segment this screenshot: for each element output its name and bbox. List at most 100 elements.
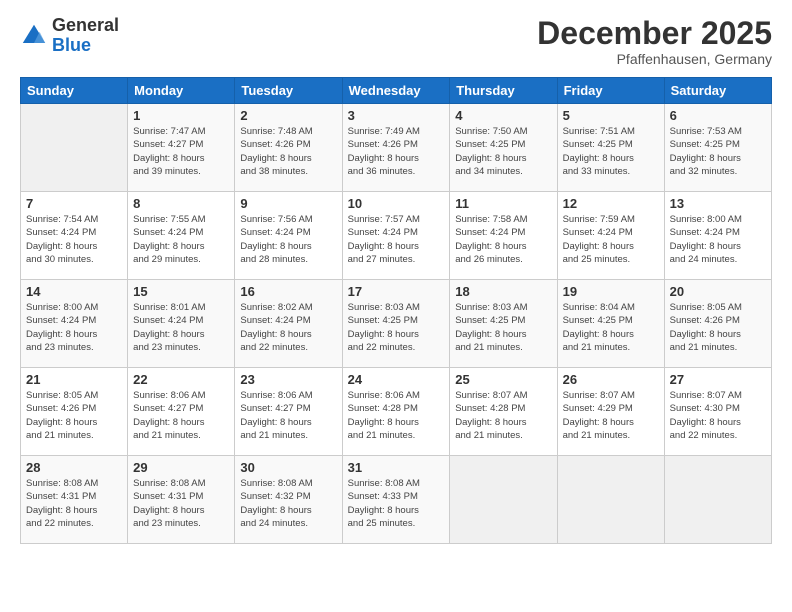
- calendar-cell: 9 Sunrise: 7:56 AMSunset: 4:24 PMDaylight…: [235, 192, 342, 280]
- week-row-3: 14 Sunrise: 8:00 AMSunset: 4:24 PMDayligh…: [21, 280, 772, 368]
- calendar-cell: 1 Sunrise: 7:47 AMSunset: 4:27 PMDaylight…: [128, 104, 235, 192]
- calendar-cell: 14 Sunrise: 8:00 AMSunset: 4:24 PMDayligh…: [21, 280, 128, 368]
- day-info: Sunrise: 8:06 AMSunset: 4:27 PMDaylight:…: [133, 389, 229, 442]
- calendar-cell: 27 Sunrise: 8:07 AMSunset: 4:30 PMDayligh…: [664, 368, 771, 456]
- day-number: 14: [26, 284, 122, 299]
- calendar-cell: 12 Sunrise: 7:59 AMSunset: 4:24 PMDayligh…: [557, 192, 664, 280]
- day-info: Sunrise: 7:59 AMSunset: 4:24 PMDaylight:…: [563, 213, 659, 266]
- calendar-cell: 2 Sunrise: 7:48 AMSunset: 4:26 PMDaylight…: [235, 104, 342, 192]
- day-info: Sunrise: 8:07 AMSunset: 4:30 PMDaylight:…: [670, 389, 766, 442]
- day-info: Sunrise: 8:01 AMSunset: 4:24 PMDaylight:…: [133, 301, 229, 354]
- day-info: Sunrise: 7:48 AMSunset: 4:26 PMDaylight:…: [240, 125, 336, 178]
- day-info: Sunrise: 8:08 AMSunset: 4:31 PMDaylight:…: [133, 477, 229, 530]
- day-number: 28: [26, 460, 122, 475]
- day-info: Sunrise: 8:00 AMSunset: 4:24 PMDaylight:…: [670, 213, 766, 266]
- day-number: 12: [563, 196, 659, 211]
- day-number: 21: [26, 372, 122, 387]
- calendar-cell: 13 Sunrise: 8:00 AMSunset: 4:24 PMDayligh…: [664, 192, 771, 280]
- day-number: 22: [133, 372, 229, 387]
- page: General Blue December 2025 Pfaffenhausen…: [0, 0, 792, 612]
- weekday-header-row: Sunday Monday Tuesday Wednesday Thursday…: [21, 78, 772, 104]
- calendar-cell: 31 Sunrise: 8:08 AMSunset: 4:33 PMDayligh…: [342, 456, 450, 544]
- location-subtitle: Pfaffenhausen, Germany: [537, 51, 772, 67]
- day-number: 29: [133, 460, 229, 475]
- day-number: 18: [455, 284, 551, 299]
- header-sunday: Sunday: [21, 78, 128, 104]
- day-number: 11: [455, 196, 551, 211]
- day-info: Sunrise: 8:06 AMSunset: 4:28 PMDaylight:…: [348, 389, 445, 442]
- day-info: Sunrise: 7:51 AMSunset: 4:25 PMDaylight:…: [563, 125, 659, 178]
- week-row-2: 7 Sunrise: 7:54 AMSunset: 4:24 PMDaylight…: [21, 192, 772, 280]
- calendar-cell: 15Sunrise: 8:01 AMSunset: 4:24 PMDayligh…: [128, 280, 235, 368]
- header-thursday: Thursday: [450, 78, 557, 104]
- calendar-cell: [557, 456, 664, 544]
- calendar-cell: 7 Sunrise: 7:54 AMSunset: 4:24 PMDaylight…: [21, 192, 128, 280]
- day-number: 24: [348, 372, 445, 387]
- day-info: Sunrise: 8:07 AMSunset: 4:29 PMDaylight:…: [563, 389, 659, 442]
- day-number: 31: [348, 460, 445, 475]
- day-info: Sunrise: 8:06 AMSunset: 4:27 PMDaylight:…: [240, 389, 336, 442]
- calendar-cell: 29 Sunrise: 8:08 AMSunset: 4:31 PMDayligh…: [128, 456, 235, 544]
- calendar-cell: 5 Sunrise: 7:51 AMSunset: 4:25 PMDaylight…: [557, 104, 664, 192]
- calendar-cell: 6 Sunrise: 7:53 AMSunset: 4:25 PMDaylight…: [664, 104, 771, 192]
- day-number: 5: [563, 108, 659, 123]
- calendar-table: Sunday Monday Tuesday Wednesday Thursday…: [20, 77, 772, 544]
- day-number: 1: [133, 108, 229, 123]
- header-wednesday: Wednesday: [342, 78, 450, 104]
- week-row-1: 1 Sunrise: 7:47 AMSunset: 4:27 PMDaylight…: [21, 104, 772, 192]
- day-info: Sunrise: 7:53 AMSunset: 4:25 PMDaylight:…: [670, 125, 766, 178]
- calendar-cell: 20 Sunrise: 8:05 AMSunset: 4:26 PMDayligh…: [664, 280, 771, 368]
- day-number: 13: [670, 196, 766, 211]
- day-number: 3: [348, 108, 445, 123]
- header-tuesday: Tuesday: [235, 78, 342, 104]
- day-info: Sunrise: 7:47 AMSunset: 4:27 PMDaylight:…: [133, 125, 229, 178]
- day-info: Sunrise: 8:08 AMSunset: 4:33 PMDaylight:…: [348, 477, 445, 530]
- day-number: 7: [26, 196, 122, 211]
- week-row-5: 28 Sunrise: 8:08 AMSunset: 4:31 PMDayligh…: [21, 456, 772, 544]
- day-number: 17: [348, 284, 445, 299]
- day-info: Sunrise: 8:00 AMSunset: 4:24 PMDaylight:…: [26, 301, 122, 354]
- day-number: 25: [455, 372, 551, 387]
- calendar-cell: 11Sunrise: 7:58 AMSunset: 4:24 PMDayligh…: [450, 192, 557, 280]
- header: General Blue December 2025 Pfaffenhausen…: [20, 16, 772, 67]
- day-info: Sunrise: 8:05 AMSunset: 4:26 PMDaylight:…: [26, 389, 122, 442]
- day-number: 19: [563, 284, 659, 299]
- month-title: December 2025: [537, 16, 772, 51]
- day-info: Sunrise: 8:08 AMSunset: 4:31 PMDaylight:…: [26, 477, 122, 530]
- day-info: Sunrise: 8:07 AMSunset: 4:28 PMDaylight:…: [455, 389, 551, 442]
- header-saturday: Saturday: [664, 78, 771, 104]
- day-info: Sunrise: 7:56 AMSunset: 4:24 PMDaylight:…: [240, 213, 336, 266]
- title-block: December 2025 Pfaffenhausen, Germany: [537, 16, 772, 67]
- day-info: Sunrise: 8:05 AMSunset: 4:26 PMDaylight:…: [670, 301, 766, 354]
- calendar-cell: [664, 456, 771, 544]
- day-number: 6: [670, 108, 766, 123]
- calendar-cell: 23Sunrise: 8:06 AMSunset: 4:27 PMDayligh…: [235, 368, 342, 456]
- day-info: Sunrise: 8:03 AMSunset: 4:25 PMDaylight:…: [455, 301, 551, 354]
- calendar-cell: 10Sunrise: 7:57 AMSunset: 4:24 PMDayligh…: [342, 192, 450, 280]
- day-number: 2: [240, 108, 336, 123]
- day-info: Sunrise: 8:03 AMSunset: 4:25 PMDaylight:…: [348, 301, 445, 354]
- calendar-cell: 22 Sunrise: 8:06 AMSunset: 4:27 PMDayligh…: [128, 368, 235, 456]
- day-info: Sunrise: 7:50 AMSunset: 4:25 PMDaylight:…: [455, 125, 551, 178]
- logo-line1: General: [52, 16, 119, 36]
- day-number: 20: [670, 284, 766, 299]
- day-info: Sunrise: 7:55 AMSunset: 4:24 PMDaylight:…: [133, 213, 229, 266]
- calendar-cell: 4Sunrise: 7:50 AMSunset: 4:25 PMDaylight…: [450, 104, 557, 192]
- calendar-cell: 24 Sunrise: 8:06 AMSunset: 4:28 PMDayligh…: [342, 368, 450, 456]
- week-row-4: 21 Sunrise: 8:05 AMSunset: 4:26 PMDayligh…: [21, 368, 772, 456]
- day-number: 10: [348, 196, 445, 211]
- day-number: 9: [240, 196, 336, 211]
- calendar-cell: 16Sunrise: 8:02 AMSunset: 4:24 PMDayligh…: [235, 280, 342, 368]
- logo-icon: [20, 22, 48, 50]
- header-monday: Monday: [128, 78, 235, 104]
- calendar-cell: 25 Sunrise: 8:07 AMSunset: 4:28 PMDayligh…: [450, 368, 557, 456]
- calendar-cell: [450, 456, 557, 544]
- day-number: 27: [670, 372, 766, 387]
- logo-line2: Blue: [52, 36, 119, 56]
- calendar-cell: [21, 104, 128, 192]
- day-info: Sunrise: 7:54 AMSunset: 4:24 PMDaylight:…: [26, 213, 122, 266]
- calendar-cell: 19 Sunrise: 8:04 AMSunset: 4:25 PMDayligh…: [557, 280, 664, 368]
- day-number: 8: [133, 196, 229, 211]
- day-info: Sunrise: 8:04 AMSunset: 4:25 PMDaylight:…: [563, 301, 659, 354]
- calendar-cell: 18 Sunrise: 8:03 AMSunset: 4:25 PMDayligh…: [450, 280, 557, 368]
